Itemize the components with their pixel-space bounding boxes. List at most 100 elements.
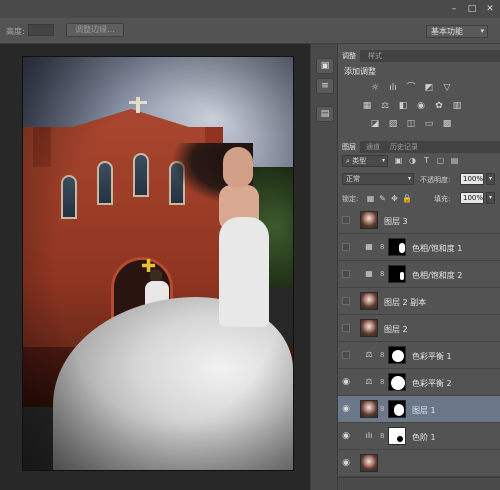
opacity-label: 不透明度: bbox=[420, 176, 451, 184]
dock-button[interactable]: ≡ bbox=[316, 78, 334, 94]
blend-mode-label: 正常 bbox=[346, 175, 360, 183]
photo-vignette bbox=[23, 57, 293, 470]
eye-icon[interactable]: ◉ bbox=[340, 430, 352, 442]
layer-row[interactable]: ▦ 8 色相/饱和度 1 bbox=[338, 234, 500, 261]
layer-name: 图层 2 bbox=[384, 325, 408, 334]
close-button[interactable]: ✕ bbox=[484, 3, 496, 15]
layer-row[interactable]: ◉ ⚖ 8 色彩平衡 2 bbox=[338, 369, 500, 396]
layer-thumbnail bbox=[360, 400, 378, 418]
layer-row[interactable]: ⚖ 8 色彩平衡 1 bbox=[338, 342, 500, 369]
filter-shape-icon[interactable]: ▢ bbox=[436, 156, 445, 165]
filter-kind-label: 类型 bbox=[352, 157, 367, 165]
filter-adjust-icon[interactable]: ◑ bbox=[408, 156, 417, 165]
layer-name: 色阶 1 bbox=[412, 433, 436, 442]
visibility-toggle[interactable] bbox=[342, 297, 350, 305]
tab-styles[interactable]: 样式 bbox=[364, 50, 386, 62]
fill-arrow[interactable]: ▾ bbox=[486, 192, 495, 204]
eye-icon[interactable]: ◉ bbox=[340, 457, 352, 469]
lock-move-icon[interactable]: ✥ bbox=[390, 194, 399, 203]
layer-row[interactable]: 图层 2 副本 bbox=[338, 288, 500, 315]
lock-transparent-icon[interactable]: ▦ bbox=[366, 194, 375, 203]
selective-color-icon[interactable]: ▩ bbox=[440, 118, 454, 130]
brightness-icon[interactable]: ☼ bbox=[368, 82, 382, 94]
layer-mask bbox=[388, 238, 406, 256]
layer-thumbnail bbox=[360, 211, 378, 229]
photo-filter-icon[interactable]: ◉ bbox=[414, 100, 428, 112]
exposure-icon[interactable]: ◩ bbox=[422, 82, 436, 94]
height-input[interactable] bbox=[28, 24, 54, 36]
gradient-map-icon[interactable]: ▭ bbox=[422, 118, 436, 130]
minimize-button[interactable]: – bbox=[448, 3, 460, 15]
layer-row[interactable]: 图层 3 bbox=[338, 207, 500, 234]
vibrance-icon[interactable]: ▽ bbox=[440, 82, 454, 94]
opacity-input[interactable]: 100% bbox=[460, 173, 484, 185]
layer-row[interactable]: ▦ 8 色相/饱和度 2 bbox=[338, 261, 500, 288]
posterize-icon[interactable]: ▨ bbox=[386, 118, 400, 130]
chevron-down-icon: ▾ bbox=[407, 175, 411, 182]
options-bar: 高度: 调整边缘... bbox=[0, 18, 500, 44]
filter-pixel-icon[interactable]: ▣ bbox=[394, 156, 403, 165]
dock-button[interactable]: ▣ bbox=[316, 58, 334, 74]
levels-icon[interactable]: ılı bbox=[386, 82, 400, 94]
layer-thumbnail bbox=[360, 292, 378, 310]
visibility-toggle[interactable] bbox=[342, 243, 350, 251]
document-photo[interactable]: ✚ bbox=[22, 56, 294, 471]
fill-input[interactable]: 100% bbox=[460, 192, 484, 204]
lock-label: 锁定: bbox=[342, 195, 359, 203]
tab-history[interactable]: 历史记录 bbox=[386, 141, 422, 153]
layer-name: 色彩平衡 1 bbox=[412, 352, 452, 361]
layer-thumbnail bbox=[360, 319, 378, 337]
layer-name: 色相/饱和度 1 bbox=[412, 244, 463, 253]
eye-icon[interactable]: ◉ bbox=[340, 403, 352, 415]
layer-name: 色彩平衡 2 bbox=[412, 379, 452, 388]
color-balance-icon: ⚖ bbox=[365, 377, 373, 386]
layer-tabs: 图层 通道 历史记录 bbox=[338, 141, 500, 153]
eye-icon[interactable]: ◉ bbox=[340, 376, 352, 388]
visibility-toggle[interactable] bbox=[342, 324, 350, 332]
chevron-down-icon: ▾ bbox=[381, 157, 385, 164]
layer-row[interactable]: 图层 2 bbox=[338, 315, 500, 342]
layer-name: 图层 2 副本 bbox=[384, 298, 427, 307]
workspace-select[interactable]: 基本功能 ▾ bbox=[426, 25, 488, 38]
tab-adjustments[interactable]: 调整 bbox=[338, 50, 360, 62]
tab-layers[interactable]: 图层 bbox=[338, 141, 360, 153]
link-icon: 8 bbox=[380, 432, 385, 440]
layer-row[interactable]: ◉ 8 图层 1 bbox=[338, 396, 500, 423]
layer-mask bbox=[388, 346, 406, 364]
lock-brush-icon[interactable]: ✎ bbox=[378, 194, 387, 203]
hue-icon[interactable]: ▦ bbox=[360, 100, 374, 112]
dock-button[interactable]: ▤ bbox=[316, 106, 334, 122]
hue-saturation-icon: ▦ bbox=[365, 269, 373, 278]
threshold-icon[interactable]: ◫ bbox=[404, 118, 418, 130]
visibility-toggle[interactable] bbox=[342, 270, 350, 278]
invert-icon[interactable]: ◪ bbox=[368, 118, 382, 130]
filter-type-icon[interactable]: T bbox=[422, 156, 431, 165]
visibility-toggle[interactable] bbox=[342, 351, 350, 359]
title-bar: – □ ✕ bbox=[0, 0, 500, 18]
lock-all-icon[interactable]: 🔒 bbox=[402, 194, 412, 203]
link-icon: 8 bbox=[380, 243, 385, 251]
layer-row[interactable]: ◉ bbox=[338, 450, 500, 477]
balance-icon[interactable]: ⚖ bbox=[378, 100, 392, 112]
layer-row[interactable]: ◉ ılı 8 色阶 1 bbox=[338, 423, 500, 450]
curves-icon[interactable]: ⌒ bbox=[404, 82, 418, 94]
channel-mixer-icon[interactable]: ✿ bbox=[432, 100, 446, 112]
refine-edge-button[interactable]: 调整边缘... bbox=[66, 23, 124, 37]
layers-bottom-bar bbox=[338, 477, 500, 490]
black-white-icon[interactable]: ◧ bbox=[396, 100, 410, 112]
blend-mode-select[interactable]: 正常 ▾ bbox=[342, 173, 414, 185]
adjust-tabs: 调整 样式 bbox=[338, 50, 500, 62]
filter-smart-icon[interactable]: ▤ bbox=[450, 156, 459, 165]
adjust-title: 添加调整 bbox=[344, 67, 376, 76]
layer-name: 图层 1 bbox=[412, 406, 436, 415]
maximize-button[interactable]: □ bbox=[466, 3, 478, 15]
chevron-down-icon: ▾ bbox=[480, 27, 484, 35]
layer-mask bbox=[388, 427, 406, 445]
layer-name: 色相/饱和度 2 bbox=[412, 271, 463, 280]
panel-dock: ▣ ≡ ▤ bbox=[310, 44, 338, 490]
opacity-arrow[interactable]: ▾ bbox=[486, 173, 495, 185]
filter-kind-select[interactable]: ⌕ 类型 ▾ bbox=[342, 155, 388, 167]
visibility-toggle[interactable] bbox=[342, 216, 350, 224]
color-lookup-icon[interactable]: ▥ bbox=[450, 100, 464, 112]
tab-channels[interactable]: 通道 bbox=[362, 141, 384, 153]
